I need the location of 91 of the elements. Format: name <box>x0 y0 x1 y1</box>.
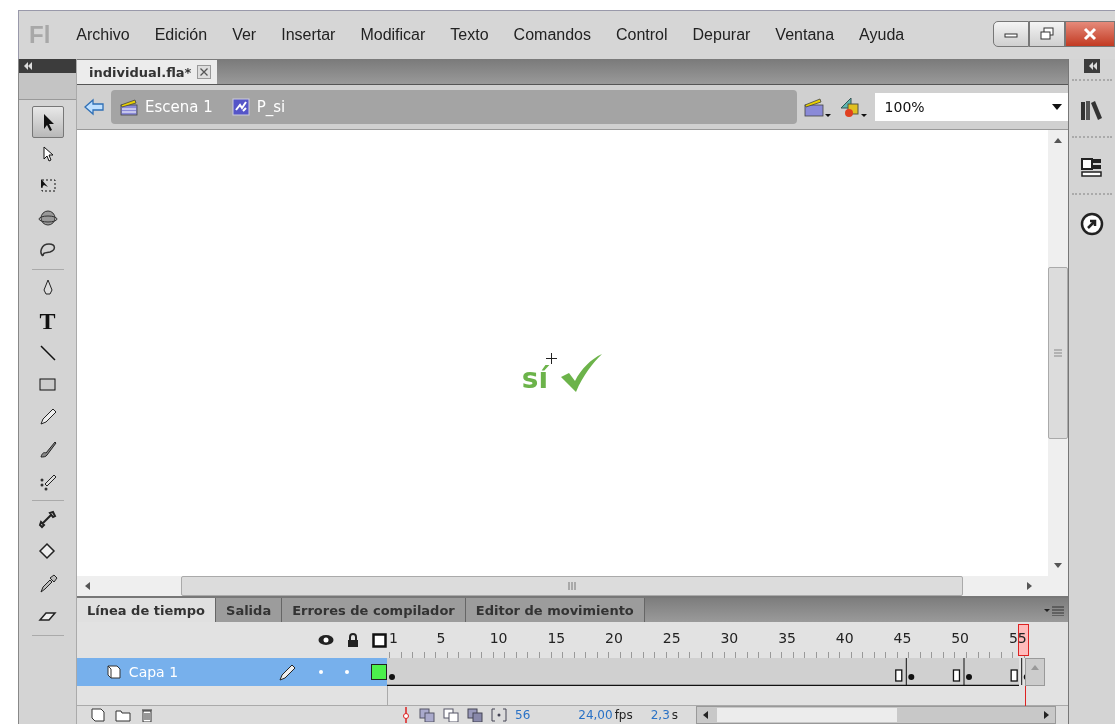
collapse-icon[interactable] <box>23 62 33 70</box>
frame-number: 10 <box>488 630 509 646</box>
layer-icon <box>107 665 121 679</box>
right-arrow-icon[interactable] <box>1026 581 1034 591</box>
symbol-icon <box>230 97 251 117</box>
onion-skin-icon[interactable] <box>419 708 435 722</box>
scroll-thumb[interactable] <box>1048 267 1068 439</box>
folder-icon[interactable] <box>115 708 131 722</box>
frame-number: 5 <box>435 630 447 646</box>
onion-outline-icon[interactable] <box>443 708 459 722</box>
clapperboard-menu-icon[interactable] <box>802 96 833 118</box>
motion-presets-icon[interactable] <box>1080 212 1104 236</box>
eye-icon[interactable] <box>318 634 334 646</box>
horizontal-scrollbar[interactable] <box>77 576 1068 598</box>
grip-icon <box>568 582 576 590</box>
minimize-button[interactable] <box>993 21 1029 47</box>
frame-number: 40 <box>834 630 855 646</box>
layer-name: Capa 1 <box>128 664 180 680</box>
menu-item[interactable]: Depurar <box>692 26 751 44</box>
registration-point-icon <box>546 353 558 364</box>
time-unit: s <box>671 708 679 722</box>
clapperboard-icon <box>118 97 139 117</box>
library-icon[interactable] <box>1079 98 1105 122</box>
menu-item[interactable]: Archivo <box>76 26 130 44</box>
menu-item[interactable]: Edición <box>154 26 208 44</box>
frame-number: 25 <box>661 630 682 646</box>
restore-button[interactable] <box>1029 21 1065 47</box>
menu-item[interactable]: Insertar <box>281 26 336 44</box>
pencil-icon[interactable] <box>277 662 298 682</box>
scroll-thumb[interactable] <box>181 576 963 596</box>
frame-number: 45 <box>892 630 913 646</box>
visibility-dot[interactable] <box>319 670 324 674</box>
center-frame-icon[interactable] <box>401 707 411 723</box>
text-tool[interactable]: T <box>31 305 64 337</box>
panel-menu-icon[interactable] <box>1044 606 1064 616</box>
collapse-icon[interactable] <box>1088 62 1098 70</box>
frame-number: 50 <box>950 630 970 646</box>
menu-item[interactable]: Comandos <box>513 26 591 44</box>
panel-tab[interactable]: Errores de compilador <box>282 598 466 622</box>
outline-icon[interactable] <box>372 632 387 648</box>
caret-icon <box>1052 104 1062 110</box>
menu-item[interactable]: Texto <box>450 26 489 44</box>
components-icon[interactable] <box>1079 155 1105 179</box>
frame-number: 15 <box>546 630 567 646</box>
up-arrow-icon[interactable] <box>1053 136 1063 144</box>
document-tab[interactable]: individual.fla* <box>77 60 218 84</box>
current-frame[interactable]: 56 <box>515 708 531 722</box>
shapes-menu-icon[interactable] <box>838 96 869 118</box>
close-icon[interactable] <box>197 65 212 79</box>
lock-dot[interactable] <box>345 670 350 674</box>
frame-number: 1 <box>389 630 399 646</box>
new-layer-icon[interactable] <box>91 708 105 722</box>
zoom-dropdown[interactable]: 100% <box>874 93 1068 121</box>
select-tool[interactable] <box>31 106 64 138</box>
frame-rate-unit: fps <box>614 708 633 722</box>
document-name: individual.fla* <box>89 64 192 80</box>
frame-number: 20 <box>604 630 624 646</box>
left-arrow-icon[interactable] <box>701 710 710 720</box>
restore-icon <box>1039 27 1055 41</box>
bone-icon <box>36 509 59 531</box>
frame-rate[interactable]: 24,00 <box>578 708 613 722</box>
close-icon <box>1082 27 1098 41</box>
vertical-scrollbar[interactable] <box>1048 130 1068 576</box>
layer-color-square[interactable] <box>371 664 387 680</box>
menu-item[interactable]: Ayuda <box>859 26 905 44</box>
menu-item[interactable]: Modificar <box>360 26 426 44</box>
menu-item[interactable]: Ventana <box>775 26 835 44</box>
back-arrow-icon[interactable] <box>83 98 105 116</box>
menu-item[interactable]: Ver <box>232 26 257 44</box>
elapsed-time[interactable]: 2,3 <box>650 708 670 722</box>
frame-number: 35 <box>777 630 797 646</box>
panel-tab[interactable]: Línea de tiempo <box>77 598 217 622</box>
edit-frames-icon[interactable] <box>467 708 483 722</box>
layer-scrollbar[interactable] <box>1025 658 1045 686</box>
checkmark-icon <box>559 353 604 393</box>
left-arrow-icon[interactable] <box>83 581 91 591</box>
panel-tab[interactable]: Editor de movimiento <box>465 598 645 622</box>
close-button[interactable] <box>1065 21 1115 47</box>
trash-icon[interactable] <box>141 708 153 722</box>
scroll-thumb[interactable] <box>717 708 898 722</box>
timeline-scrollbar[interactable] <box>696 706 1057 724</box>
down-arrow-icon[interactable] <box>1053 562 1063 570</box>
sphere-icon <box>36 207 59 229</box>
panel-tab[interactable]: Salida <box>216 598 283 622</box>
playhead-line <box>1025 686 1026 706</box>
frame-number: 30 <box>719 630 740 646</box>
onion-markers-icon[interactable] <box>491 708 507 722</box>
grip-icon <box>1054 349 1062 357</box>
menu-item[interactable]: Control <box>615 26 668 44</box>
lock-icon[interactable] <box>346 633 360 647</box>
stage-text: sí <box>521 365 549 393</box>
